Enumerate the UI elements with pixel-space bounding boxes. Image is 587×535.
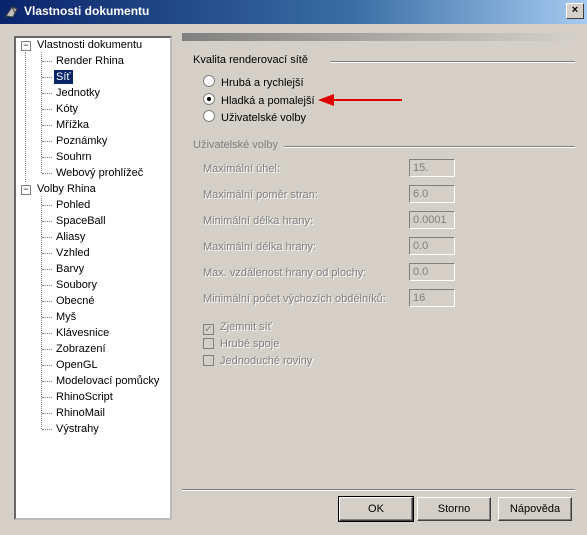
radio-button[interactable] (203, 75, 215, 87)
tree-connector (42, 157, 52, 158)
tree-item-souhrn[interactable]: Souhrn (54, 150, 93, 164)
tree-connector (42, 381, 52, 382)
checkbox-label: Zjemnit síť (220, 321, 272, 333)
tree-item-rhinoscript[interactable]: RhinoScript (54, 390, 115, 404)
checkbox-hrube-spoje[interactable]: Hrubé spoje (203, 337, 279, 351)
field-label-max-vzdalenost: Max. vzdálenost hrany od plochy: (203, 267, 367, 279)
tree-item-klávesnice[interactable]: Klávesnice (54, 326, 111, 340)
radio-label: Hrubá a rychlejší (221, 77, 304, 89)
close-button[interactable]: × (566, 3, 584, 19)
tree-item-obecné[interactable]: Obecné (54, 294, 97, 308)
checkbox[interactable]: ✓ (203, 324, 214, 335)
tree-item-soubory[interactable]: Soubory (54, 278, 99, 292)
radio-hladka[interactable]: Hladká a pomalejší (203, 93, 315, 109)
tree-connector (42, 253, 52, 254)
title-bar: Vlastnosti dokumentu × (0, 0, 587, 24)
field-label-min-delka-hrany: Minimální délka hrany: (203, 215, 314, 227)
tree-connector (42, 237, 52, 238)
ok-button[interactable]: OK (338, 496, 414, 522)
red-arrow-annotation-icon (318, 94, 402, 106)
checkbox[interactable] (203, 338, 214, 349)
field-max-delka-hrany[interactable]: 0.0 (409, 237, 455, 255)
tree-connector (42, 221, 52, 222)
tree-connector (42, 205, 52, 206)
tree-connector (42, 301, 52, 302)
header-strip (182, 33, 575, 41)
tree-connector (42, 413, 52, 414)
tree-item-pohled[interactable]: Pohled (54, 198, 92, 212)
tree-connector (42, 333, 52, 334)
quality-group-label: Kvalita renderovací sítě (193, 54, 308, 66)
tree-item-barvy[interactable]: Barvy (54, 262, 86, 276)
radio-button[interactable] (203, 110, 215, 122)
field-max-pomer-stran[interactable]: 6.0 (409, 185, 455, 203)
app-icon (5, 6, 18, 18)
cancel-button[interactable]: Storno (417, 497, 491, 521)
radio-uzivatelske[interactable]: Uživatelské volby (203, 110, 306, 126)
tree-connector (42, 109, 52, 110)
tree-item-render-rhina[interactable]: Render Rhina (54, 54, 126, 68)
tree-item-vzhled[interactable]: Vzhled (54, 246, 92, 260)
tree-connector (42, 125, 52, 126)
tree-connector (42, 365, 52, 366)
tree-item-spaceball[interactable]: SpaceBall (54, 214, 108, 228)
window-title: Vlastnosti dokumentu (24, 4, 150, 18)
checkbox-label: Hrubé spoje (220, 338, 280, 350)
tree-item-mrizka[interactable]: Mřížka (54, 118, 91, 132)
field-min-pocet-obdelniku[interactable]: 16 (409, 289, 455, 307)
tree-connector (42, 317, 52, 318)
tree-connector (25, 52, 26, 182)
tree-connector (42, 429, 52, 430)
close-icon: × (571, 4, 579, 16)
custom-group-label: Uživatelské volby (193, 139, 278, 151)
tree-connector (42, 61, 52, 62)
checkbox[interactable] (203, 355, 214, 366)
collapse-icon[interactable]: − (21, 185, 31, 195)
tree-item-modelovací-pomůcky[interactable]: Modelovací pomůcky (54, 374, 161, 388)
radio-label: Hladká a pomalejší (221, 95, 315, 107)
tree-item-opengl[interactable]: OpenGL (54, 358, 100, 372)
tree-connector (42, 93, 52, 94)
tree-item-sit[interactable]: Síť (54, 70, 73, 84)
tree-connector (42, 141, 52, 142)
tree-item-výstrahy[interactable]: Výstrahy (54, 422, 101, 436)
group-divider (330, 61, 575, 63)
group-divider (284, 146, 575, 148)
tree-connector (42, 397, 52, 398)
tree-view[interactable]: − Vlastnosti dokumentu Render Rhina Síť … (14, 36, 172, 520)
field-label-max-pomer-stran: Maximální poměr stran: (203, 189, 318, 201)
tree-item-jednotky[interactable]: Jednotky (54, 86, 102, 100)
field-label-max-uhel: Maximální úhel: (203, 163, 281, 175)
tree-item-aliasy[interactable]: Aliasy (54, 230, 87, 244)
tree-item-vlastnosti-dokumentu[interactable]: Vlastnosti dokumentu (35, 38, 144, 52)
field-max-vzdalenost[interactable]: 0.0 (409, 263, 455, 281)
footer-divider (182, 489, 575, 491)
radio-button[interactable] (203, 93, 215, 105)
tree-item-myš[interactable]: Myš (54, 310, 78, 324)
checkbox-zjemnit-sit[interactable]: ✓ Zjemnit síť (203, 320, 272, 335)
field-label-min-pocet-obdelniku: Minimální počet výchozích obdélníků: (203, 293, 386, 305)
tree-connector (42, 269, 52, 270)
field-label-max-delka-hrany: Maximální délka hrany: (203, 241, 317, 253)
collapse-icon[interactable]: − (21, 41, 31, 51)
checkbox-jednoduche-roviny[interactable]: Jednoduché roviny (203, 354, 312, 368)
tree-connector (42, 173, 52, 174)
tree-item-zobrazení[interactable]: Zobrazení (54, 342, 108, 356)
tree-item-webovy-prohlizec[interactable]: Webový prohlížeč (54, 166, 145, 180)
tree-connector (42, 349, 52, 350)
field-min-delka-hrany[interactable]: 0.0001 (409, 211, 455, 229)
tree-connector (42, 77, 52, 78)
field-max-uhel[interactable]: 15. (409, 159, 455, 177)
help-button[interactable]: Nápověda (498, 497, 572, 521)
radio-label: Uživatelské volby (221, 112, 306, 124)
tree-item-volby-rhina[interactable]: Volby Rhina (35, 182, 98, 196)
tree-item-poznamky[interactable]: Poznámky (54, 134, 109, 148)
checkbox-label: Jednoduché roviny (220, 355, 313, 367)
tree-item-rhinomail[interactable]: RhinoMail (54, 406, 107, 420)
tree-connector (42, 285, 52, 286)
tree-item-koty[interactable]: Kóty (54, 102, 80, 116)
radio-hruba[interactable]: Hrubá a rychlejší (203, 75, 304, 91)
tree-connector (41, 52, 42, 173)
tree-connector (41, 196, 42, 429)
